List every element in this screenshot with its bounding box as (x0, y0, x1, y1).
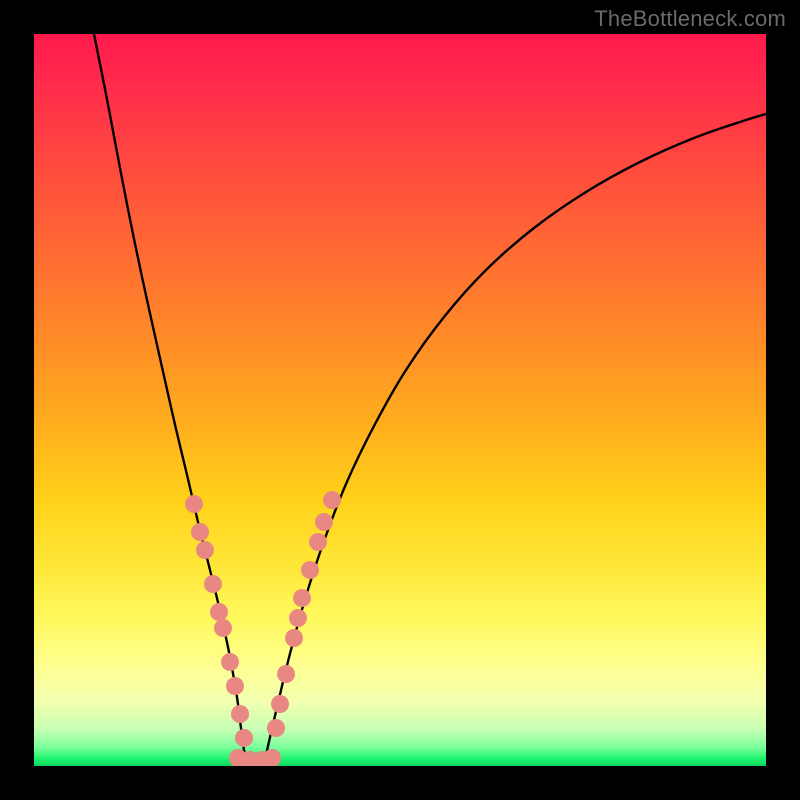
marker-dot (196, 541, 214, 559)
salmon-markers (185, 491, 341, 766)
marker-dot (226, 677, 244, 695)
curve-left-branch (94, 34, 248, 764)
marker-dot (285, 629, 303, 647)
marker-dot (185, 495, 203, 513)
marker-dot (271, 695, 289, 713)
series-right-branch (264, 114, 766, 764)
marker-dot (277, 665, 295, 683)
marker-dot (221, 653, 239, 671)
marker-dot (204, 575, 222, 593)
curve-layer (34, 34, 766, 766)
marker-dot (289, 609, 307, 627)
marker-dot (267, 719, 285, 737)
marker-dot (301, 561, 319, 579)
marker-dot (315, 513, 333, 531)
marker-dot (191, 523, 209, 541)
marker-dot (231, 705, 249, 723)
marker-dot (235, 729, 253, 747)
marker-dot (214, 619, 232, 637)
marker-dot (293, 589, 311, 607)
marker-dot (323, 491, 341, 509)
watermark-text: TheBottleneck.com (594, 6, 786, 32)
marker-dot (309, 533, 327, 551)
marker-dot (210, 603, 228, 621)
plot-area (34, 34, 766, 766)
chart-frame: TheBottleneck.com (0, 0, 800, 800)
curve-right-branch (264, 114, 766, 764)
series-left-branch (94, 34, 248, 764)
